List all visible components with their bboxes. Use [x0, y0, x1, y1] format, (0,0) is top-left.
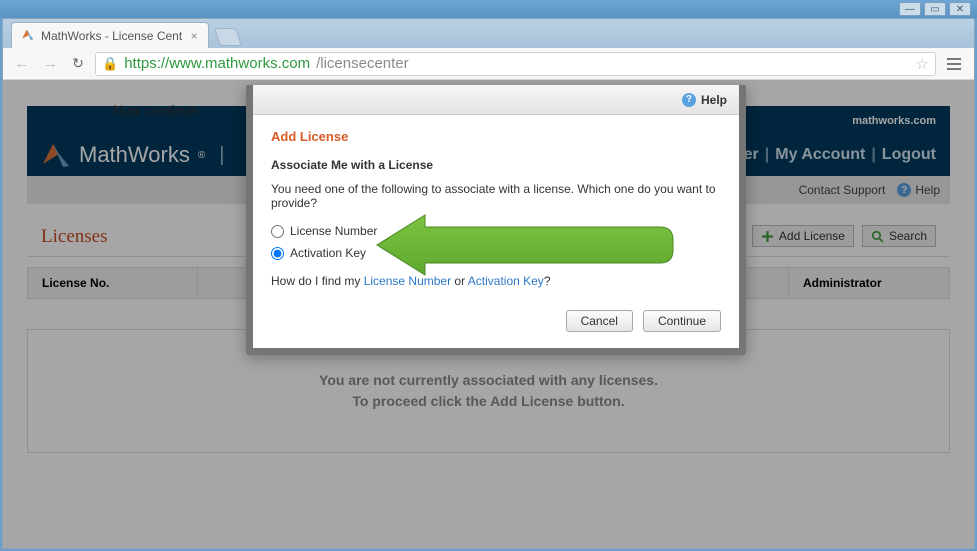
- modal-subheading: Associate Me with a License: [271, 158, 721, 172]
- activation-key-help-link[interactable]: Activation Key: [468, 274, 544, 288]
- radio-license-number-label: License Number: [290, 224, 377, 238]
- license-number-help-link[interactable]: License Number: [364, 274, 451, 288]
- forward-button[interactable]: →: [39, 53, 61, 75]
- browser-menu-button[interactable]: [942, 52, 966, 76]
- radio-activation-key-input[interactable]: [271, 247, 284, 260]
- help-icon: ?: [682, 93, 696, 107]
- modal-titlebar: ? Help: [253, 85, 739, 115]
- continue-button[interactable]: Continue: [643, 310, 721, 332]
- browser-tab-strip: MathWorks - License Cent ×: [3, 19, 974, 48]
- add-license-modal: ? Help Add License Associate Me with a L…: [246, 85, 746, 355]
- tab-title: MathWorks - License Cent: [41, 29, 182, 43]
- modal-footer: Cancel Continue: [253, 296, 739, 348]
- bookmark-star-icon[interactable]: ☆: [916, 55, 929, 73]
- modal-heading: Add License: [271, 129, 721, 144]
- tab-close-icon[interactable]: ×: [188, 30, 200, 42]
- radio-license-number-input[interactable]: [271, 225, 284, 238]
- reload-button[interactable]: ↻: [67, 53, 89, 75]
- browser-window: MathWorks - License Cent × ← → ↻ 🔒 https…: [2, 18, 975, 549]
- radio-activation-key-label: Activation Key: [290, 246, 366, 260]
- radio-activation-key[interactable]: Activation Key: [271, 246, 721, 260]
- window-maximize-button[interactable]: ▭: [924, 2, 946, 16]
- matlab-icon: [20, 28, 35, 43]
- browser-toolbar: ← → ↻ 🔒 https://www.mathworks.com/licens…: [3, 48, 974, 80]
- browser-viewport: mathworks.com MathWorks® | Vurlicer| My …: [3, 80, 974, 548]
- url-path: /licensecenter: [316, 55, 409, 72]
- back-button[interactable]: ←: [11, 53, 33, 75]
- new-tab-button[interactable]: [214, 28, 242, 46]
- find-help-line: How do I find my License Number or Activ…: [271, 274, 721, 288]
- window-minimize-button[interactable]: —: [899, 2, 921, 16]
- window-titlebar: — ▭ ✕: [0, 0, 977, 18]
- window-close-button[interactable]: ✕: [949, 2, 971, 16]
- address-bar[interactable]: 🔒 https://www.mathworks.com/licensecente…: [95, 52, 936, 76]
- url-host: https://www.mathworks.com: [124, 55, 310, 72]
- modal-help-link[interactable]: Help: [701, 93, 727, 107]
- modal-instruction: You need one of the following to associa…: [271, 182, 721, 210]
- browser-tab-active[interactable]: MathWorks - License Cent ×: [11, 22, 209, 48]
- lock-icon: 🔒: [102, 56, 118, 72]
- radio-license-number[interactable]: License Number: [271, 224, 721, 238]
- cancel-button[interactable]: Cancel: [566, 310, 633, 332]
